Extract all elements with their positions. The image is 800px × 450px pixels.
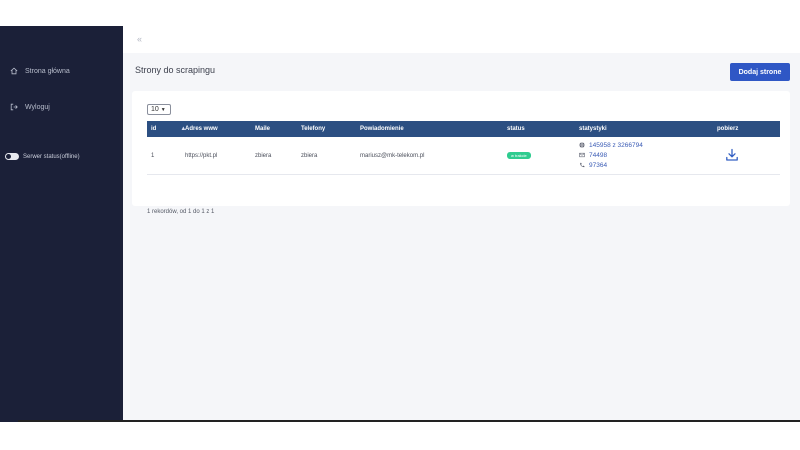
column-header-statystyki[interactable]: statystyki [579,121,717,137]
stats-phones: 97364 [579,162,643,170]
chevron-down-icon: ▼ [160,106,166,113]
table-card: 10 ▼ id ▲ Adres www Maile Telefony Powia… [132,91,790,215]
status-badge: w trakcie [507,152,531,159]
data-table: id ▲ Adres www Maile Telefony Powiadomie… [147,121,780,175]
server-status-toggle[interactable]: Serwer status(offline) [5,153,80,160]
column-label: Adres www [185,126,218,132]
table-header: id ▲ Adres www Maile Telefony Powiadomie… [147,121,780,137]
toggle-label: Serwer status(offline) [23,153,80,160]
page-title: Strony do scrapingu [135,65,216,75]
column-header-pobierz[interactable]: pobierz [717,121,780,137]
column-label: pobierz [717,126,739,132]
column-header-telefony[interactable]: Telefony [301,121,360,137]
cell-id: 1 [151,152,155,159]
sidebar-item-logout[interactable]: Wyloguj [10,103,50,111]
cell-pobierz [717,137,780,174]
sidebar-item-label: Strona główna [25,67,70,75]
column-header-id[interactable]: id ▲ [147,121,186,137]
column-header-status[interactable]: status [507,121,579,137]
window-bottom-edge [18,420,800,422]
main-content: « Strony do scrapingu Dodaj strone 10 ▼ … [123,26,800,422]
envelope-icon [579,152,585,160]
globe-icon [579,141,585,150]
cell-powiadomienie: mariusz@mk-telekom.pl [360,152,425,159]
sidebar-item-home[interactable]: Strona główna [10,67,70,75]
column-label: Powiadomienie [360,126,404,132]
cell-statystyki: 145958 z 3266794 74498 97364 [579,137,717,174]
sidebar: Strona główna Wyloguj Serwer status(offl… [0,26,123,422]
table-row: 1 https://pkt.pl zbiera zbiera mariusz@m… [147,137,780,175]
table-footer-info: 1 rekordów, od 1 do 1 z 1 [147,209,215,215]
column-header-powiadomienie[interactable]: Powiadomienie [360,121,507,137]
toggle-switch[interactable] [5,153,19,160]
stats-phones-value[interactable]: 97364 [589,162,607,169]
stats-list: 145958 z 3266794 74498 97364 [579,141,643,170]
column-label: status [507,126,525,132]
download-icon[interactable] [725,148,739,164]
logout-icon [10,103,18,111]
phone-icon [579,162,585,170]
cell-status: w trakcie [507,137,579,174]
add-page-button[interactable]: Dodaj strone [730,63,790,81]
stats-visits: 145958 z 3266794 [579,141,643,150]
column-label: id [151,126,157,132]
stats-emails-value[interactable]: 74498 [589,152,607,159]
cell-maile: zbiera [255,152,272,159]
sidebar-item-label: Wyloguj [25,103,50,111]
collapse-sidebar-icon[interactable]: « [137,34,142,44]
stats-emails: 74498 [579,152,643,160]
column-label: Telefony [301,126,326,132]
cell-url: https://pkt.pl [185,152,218,159]
column-header-url[interactable]: Adres www [173,121,255,137]
per-page-select[interactable]: 10 ▼ [147,104,171,115]
home-icon [10,67,18,75]
cell-telefony: zbiera [301,152,318,159]
column-header-maile[interactable]: Maile [255,121,301,137]
column-label: statystyki [579,126,607,132]
app-window: Strona główna Wyloguj Serwer status(offl… [0,26,800,422]
per-page-value: 10 [151,106,159,113]
stats-visits-value[interactable]: 145958 z 3266794 [589,142,643,149]
column-label: Maile [255,126,271,132]
topbar: « [123,26,800,53]
